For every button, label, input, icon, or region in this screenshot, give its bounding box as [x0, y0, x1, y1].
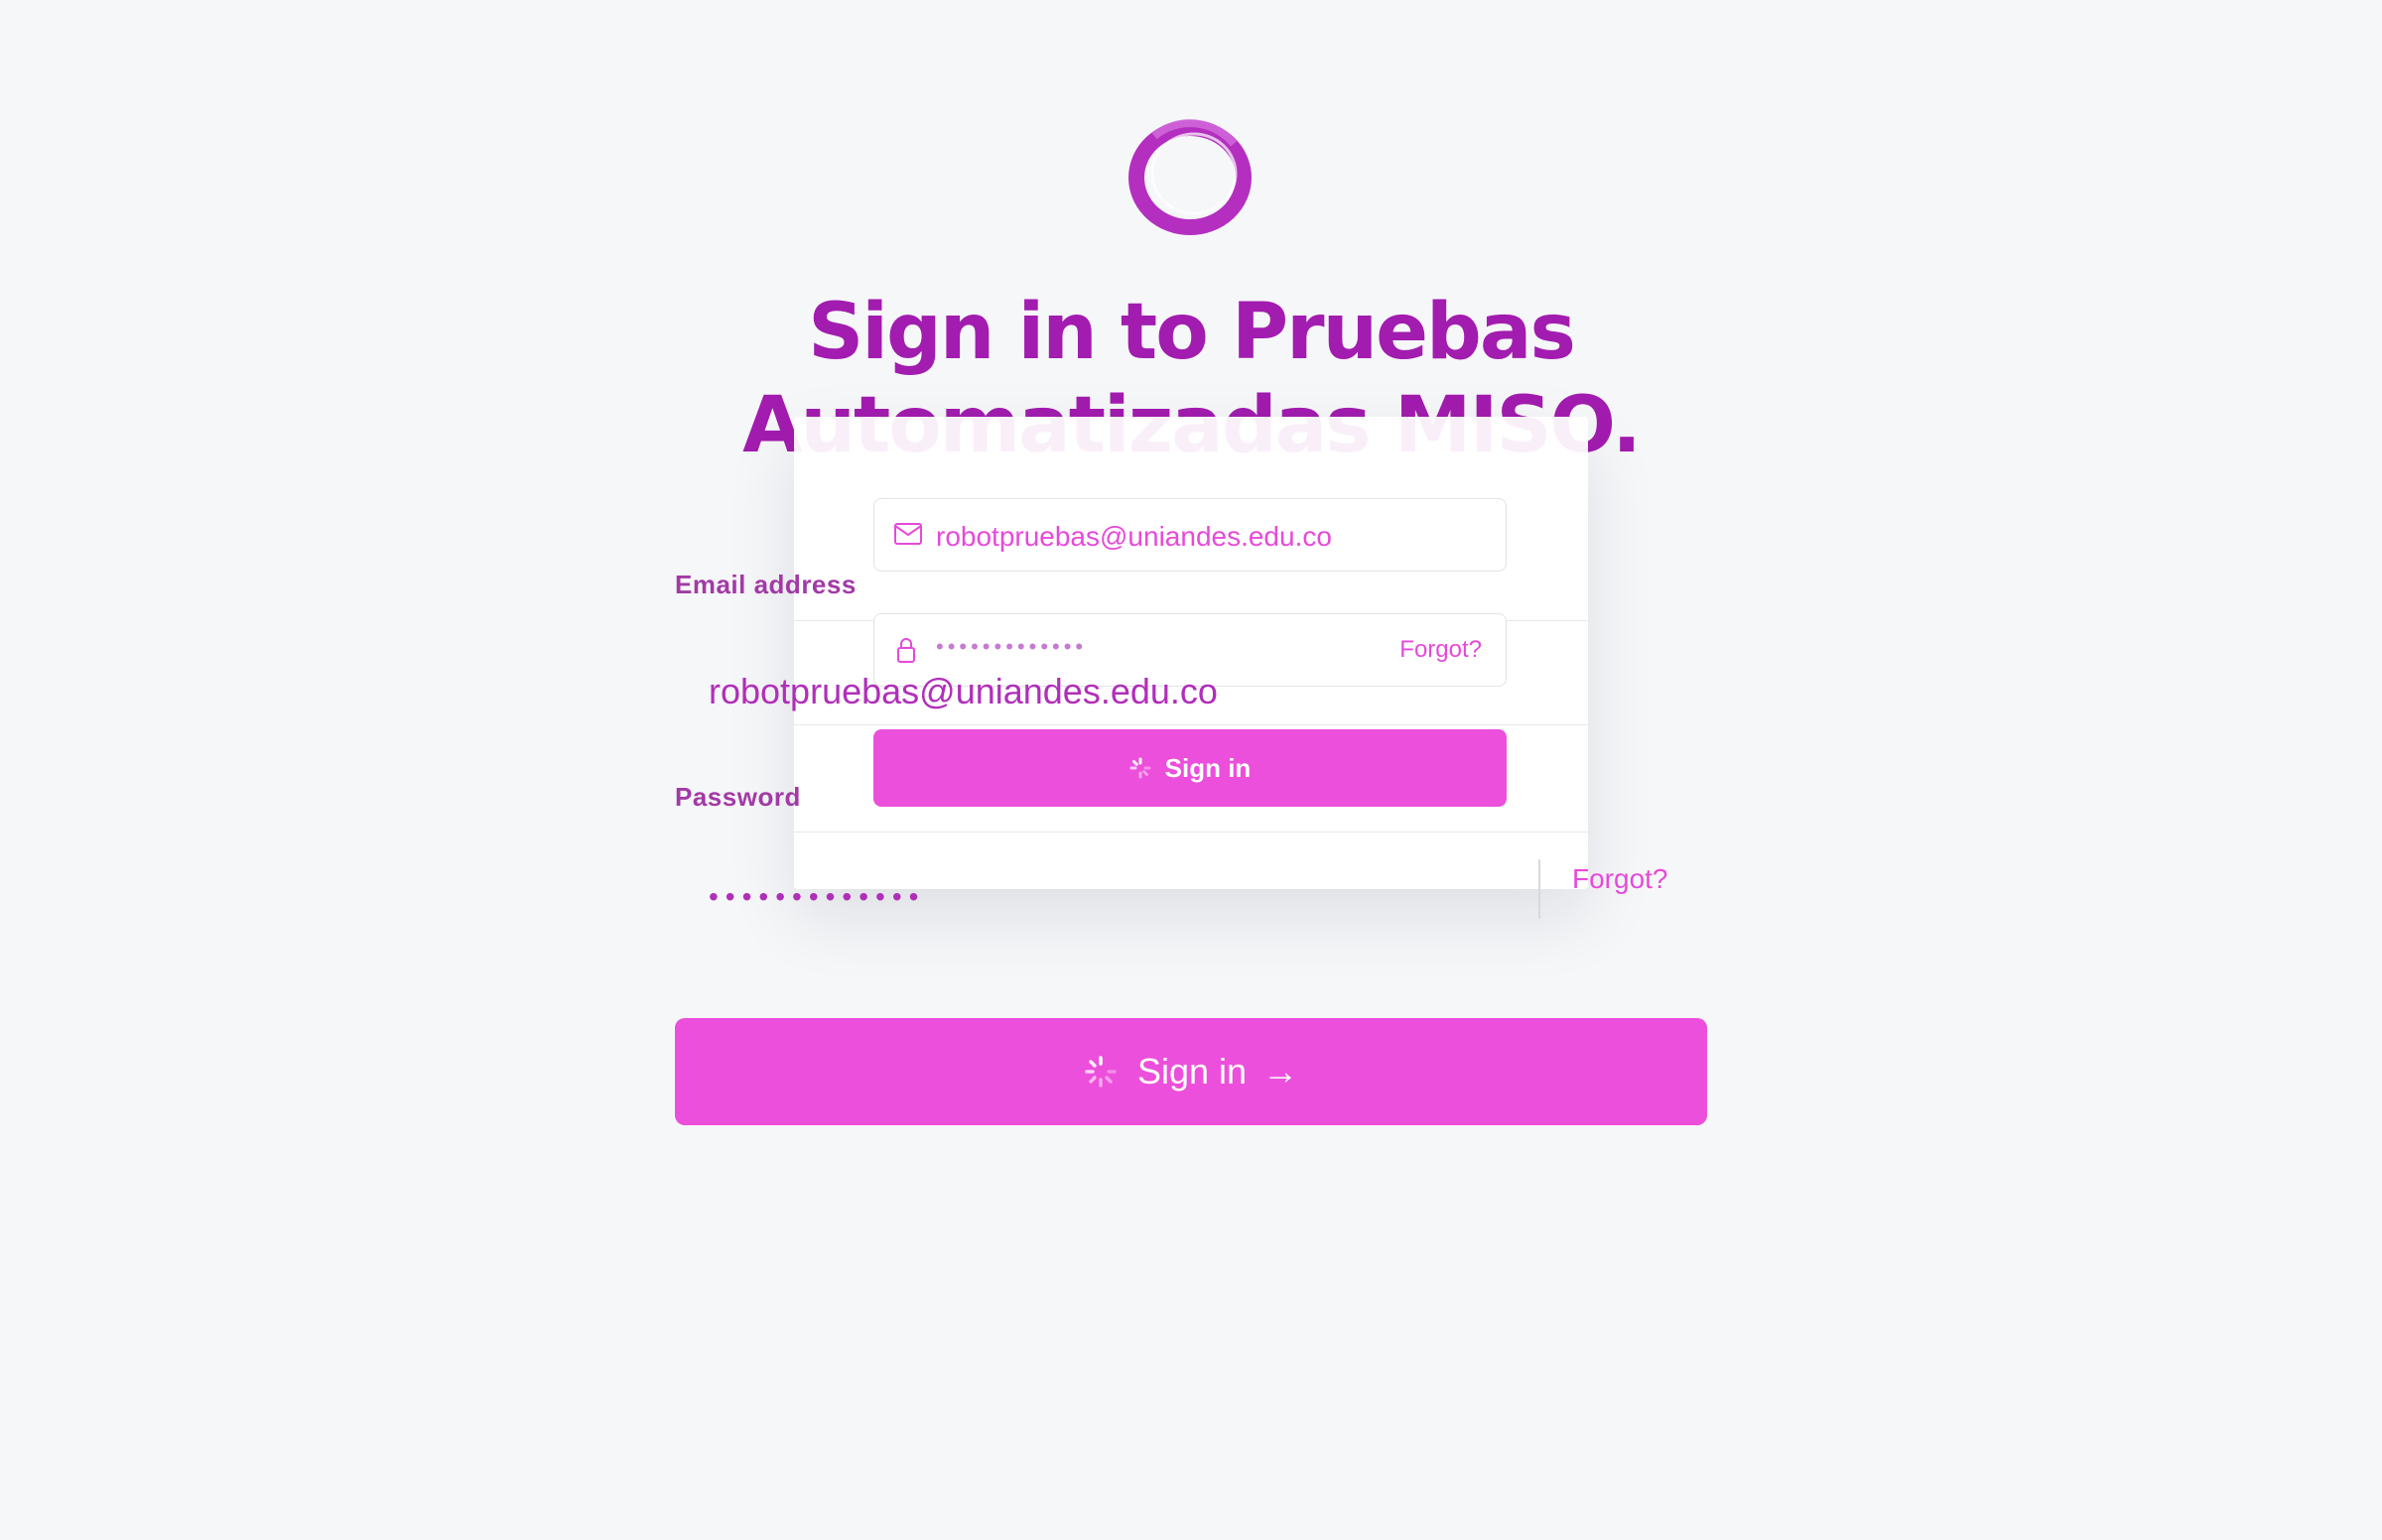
field-divider [1538, 859, 1540, 919]
ghost-divider [794, 832, 1588, 833]
password-label: Password [675, 782, 801, 812]
spinner-icon [1129, 757, 1151, 779]
forgot-password-link[interactable]: Forgot? [1572, 863, 1668, 895]
mail-icon [894, 523, 922, 545]
brand-logo-icon [1128, 119, 1252, 235]
signin-page: Sign in to Pruebas Automatizadas MISO. r… [0, 0, 2382, 1540]
email-field[interactable]: robotpruebas@uniandes.edu.co [675, 643, 1707, 746]
email-input-value[interactable]: robotpruebas@uniandes.edu.co [709, 671, 1218, 712]
password-input-value[interactable]: ••••••••••••• [709, 881, 925, 913]
ghost-email-field: robotpruebas@uniandes.edu.co [873, 498, 1507, 572]
signin-button[interactable]: Sign in → [675, 1018, 1707, 1125]
spinner-icon [1085, 1056, 1117, 1088]
ghost-signin-label: Sign in [1164, 752, 1252, 783]
ghost-email-value: robotpruebas@uniandes.edu.co [936, 521, 1332, 552]
password-field[interactable]: ••••••••••••• Forgot? [675, 851, 1707, 955]
arrow-right-icon: → [1262, 1051, 1299, 1091]
signin-label: Sign in [1136, 1051, 1248, 1091]
email-label: Email address [675, 570, 857, 599]
